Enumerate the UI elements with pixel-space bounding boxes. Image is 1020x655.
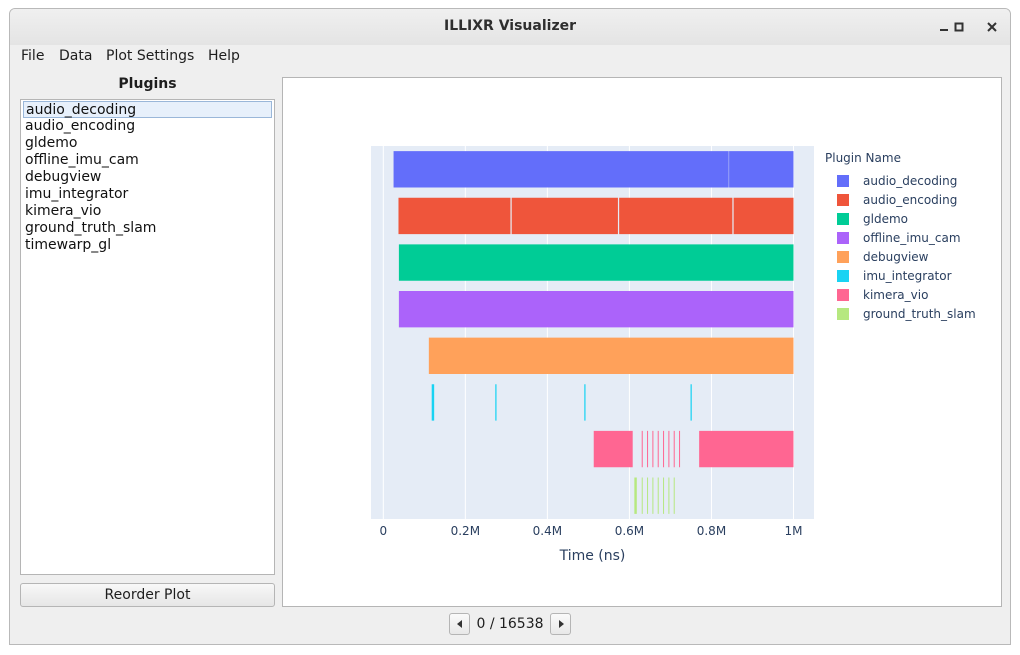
- bar-segment[interactable]: [641, 477, 643, 514]
- bar-segment[interactable]: [652, 430, 654, 468]
- legend-swatch[interactable]: [837, 308, 849, 320]
- menu-plot-settings[interactable]: Plot Settings: [106, 48, 194, 64]
- plugin-item-imu-integrator[interactable]: imu_integrator: [23, 186, 272, 203]
- legend-swatch[interactable]: [837, 270, 849, 282]
- bar-segment[interactable]: [431, 384, 435, 421]
- window-title: ILLIXR Visualizer: [444, 18, 576, 34]
- bar-segment[interactable]: [699, 430, 794, 468]
- timeline-chart[interactable]: 0 0.2M 0.4M 0.6M 0.8M 1M Time (ns) Plugin Name a…: [283, 78, 1001, 606]
- x-tick-label: 0.2M: [451, 524, 480, 538]
- bar-segment[interactable]: [428, 337, 794, 374]
- legend-swatch[interactable]: [837, 232, 849, 244]
- legend-swatch[interactable]: [837, 213, 849, 225]
- plugin-item-timewarp-gl[interactable]: timewarp_gl: [23, 237, 272, 254]
- reorder-plot-button[interactable]: Reorder Plot: [20, 583, 275, 607]
- prev-page-button[interactable]: [449, 613, 470, 635]
- page-indicator: 0 / 16538: [476, 616, 544, 632]
- bar-segment[interactable]: [668, 477, 670, 514]
- legend-title: Plugin Name: [825, 151, 901, 165]
- title-bar: ILLIXR Visualizer: [10, 9, 1010, 46]
- legend-label[interactable]: imu_integrator: [863, 269, 952, 283]
- legend-label[interactable]: audio_decoding: [863, 174, 957, 188]
- x-tick-label: 0.4M: [533, 524, 562, 538]
- legend-label[interactable]: audio_encoding: [863, 193, 957, 207]
- plugins-heading: Plugins: [118, 76, 177, 92]
- legend-swatch[interactable]: [837, 289, 849, 301]
- legend-label[interactable]: kimera_vio: [863, 288, 928, 302]
- plugin-item-kimera-vio[interactable]: kimera_vio: [23, 203, 272, 220]
- legend-swatch[interactable]: [837, 194, 849, 206]
- x-tick-label: 1M: [784, 524, 802, 538]
- next-page-button[interactable]: [550, 613, 571, 635]
- x-tick-label: 0.6M: [615, 524, 644, 538]
- x-axis-title: Time (ns): [559, 548, 626, 564]
- bar-segment[interactable]: [657, 430, 659, 468]
- bar-segment[interactable]: [641, 430, 643, 468]
- maximize-icon: [954, 22, 964, 32]
- bar-segment[interactable]: [398, 244, 794, 281]
- legend-label[interactable]: gldemo: [863, 212, 908, 226]
- menu-data[interactable]: Data: [59, 48, 92, 64]
- legend-label[interactable]: debugview: [863, 250, 929, 264]
- bar-segment[interactable]: [511, 197, 618, 235]
- legend-label[interactable]: ground_truth_slam: [863, 307, 976, 321]
- plugin-item-gldemo[interactable]: gldemo: [23, 135, 272, 152]
- plugin-item-ground-truth-slam[interactable]: ground_truth_slam: [23, 220, 272, 237]
- plot-panel: 0 0.2M 0.4M 0.6M 0.8M 1M Time (ns) Plugin Name a…: [282, 77, 1002, 607]
- plugin-item-debugview[interactable]: debugview: [23, 169, 272, 186]
- x-tick-label: 0.8M: [697, 524, 726, 538]
- chevron-right-icon: [558, 620, 564, 628]
- bar-segment[interactable]: [647, 477, 649, 514]
- bar-segment[interactable]: [663, 430, 665, 468]
- bar-segment[interactable]: [690, 384, 692, 421]
- bar-segment[interactable]: [679, 430, 681, 468]
- close-button[interactable]: [980, 15, 1004, 39]
- bar-segment[interactable]: [584, 384, 586, 421]
- bar-segment[interactable]: [673, 430, 675, 468]
- bar-segment[interactable]: [495, 384, 497, 421]
- menu-file[interactable]: File: [21, 48, 44, 64]
- legend-swatch[interactable]: [837, 175, 849, 187]
- plugin-item-audio-encoding[interactable]: audio_encoding: [23, 118, 272, 135]
- menu-bar: File Data Plot Settings Help: [10, 45, 1010, 68]
- menu-help[interactable]: Help: [208, 48, 240, 64]
- legend-swatch[interactable]: [837, 251, 849, 263]
- x-tick-label: 0: [379, 524, 387, 538]
- bar-segment[interactable]: [398, 291, 794, 328]
- app-window: ILLIXR Visualizer File Data Plot Setting…: [9, 8, 1011, 645]
- plugin-list[interactable]: audio_decoding audio_encoding gldemo off…: [20, 99, 275, 575]
- bar-segment[interactable]: [398, 197, 511, 235]
- bar-segment[interactable]: [668, 430, 670, 468]
- bar-segment[interactable]: [729, 151, 794, 188]
- bar-segment[interactable]: [634, 477, 637, 514]
- plugin-item-audio-decoding[interactable]: audio_decoding: [23, 101, 272, 118]
- maximize-button[interactable]: [947, 15, 971, 39]
- bar-segment[interactable]: [647, 430, 649, 468]
- bar-segment[interactable]: [393, 151, 729, 188]
- chevron-left-icon: [456, 620, 462, 628]
- bar-segment[interactable]: [657, 477, 659, 514]
- bar-segment[interactable]: [619, 197, 733, 235]
- bar-segment[interactable]: [593, 430, 633, 468]
- close-icon: [987, 22, 997, 32]
- bar-segment[interactable]: [673, 477, 675, 514]
- bar-segment[interactable]: [663, 477, 665, 514]
- bar-segment[interactable]: [652, 477, 654, 514]
- plugin-item-offline-imu-cam[interactable]: offline_imu_cam: [23, 152, 272, 169]
- bar-segment[interactable]: [733, 197, 794, 235]
- legend-label[interactable]: offline_imu_cam: [863, 231, 961, 245]
